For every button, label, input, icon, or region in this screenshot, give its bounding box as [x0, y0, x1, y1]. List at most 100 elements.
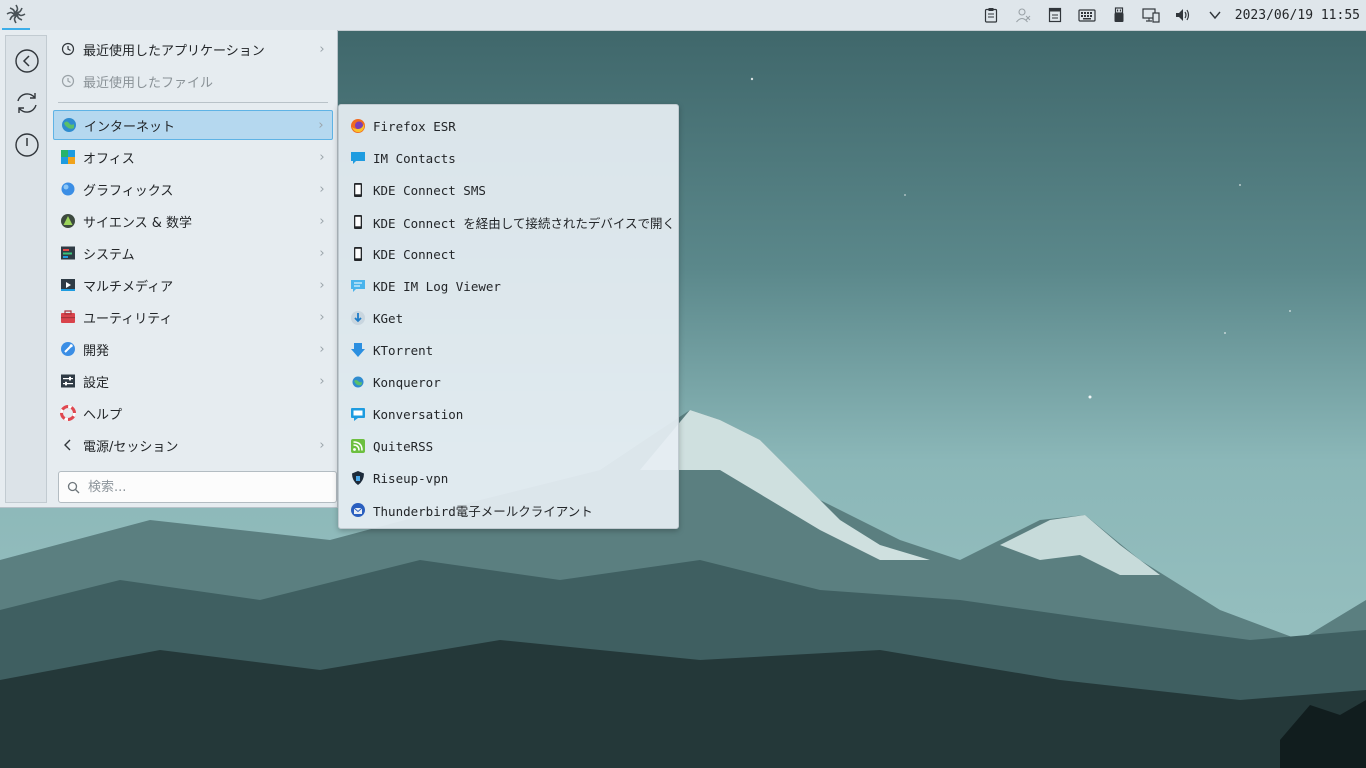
submenu-item-thunderbird[interactable]: Thunderbird電子メールクライアント: [343, 495, 676, 525]
top-panel: 2023/06/19 11:55: [0, 0, 1366, 31]
submenu-item-label: Firefox ESR: [373, 118, 456, 134]
menu-category-help[interactable]: ヘルプ: [53, 398, 333, 428]
submenu-item-ktorrent[interactable]: KTorrent: [343, 335, 676, 365]
office-icon: [53, 142, 83, 172]
menu-category-system[interactable]: システム ›: [53, 238, 333, 268]
submenu-item-label: QuiteRSS: [373, 438, 434, 454]
clock[interactable]: 2023/06/19 11:55: [1231, 8, 1366, 23]
clipboard-icon[interactable]: [975, 0, 1007, 30]
menu-separator: [58, 102, 328, 103]
phone-icon: [345, 175, 371, 205]
user-icon[interactable]: [1007, 0, 1039, 30]
utilities-icon: [53, 302, 83, 332]
submenu-item-kde-connect-sms[interactable]: KDE Connect SMS: [343, 175, 676, 205]
search-field[interactable]: [58, 471, 337, 503]
kget-icon: [345, 303, 371, 333]
menu-item-label: グラフィックス: [83, 183, 174, 199]
menu-sidebar: [5, 35, 47, 503]
menu-category-power-session[interactable]: 電源/セッション ›: [53, 430, 333, 460]
submenu-item-kget[interactable]: KGet: [343, 303, 676, 333]
submenu-item-label: KDE Connect: [373, 246, 456, 262]
menu-item-label: 開発: [83, 343, 110, 359]
volume-icon[interactable]: [1167, 0, 1199, 30]
rss-icon: [345, 431, 371, 461]
search-input[interactable]: [86, 478, 320, 496]
menu-item-label: マルチメディア: [83, 279, 174, 295]
graphics-icon: [53, 174, 83, 204]
menu-category-graphics[interactable]: グラフィックス ›: [53, 174, 333, 204]
network-icon[interactable]: [1135, 0, 1167, 30]
vpn-icon: [345, 463, 371, 493]
submenu-item-konversation[interactable]: Konversation: [343, 399, 676, 429]
konversation-icon: [345, 399, 371, 429]
help-icon: [53, 398, 83, 428]
power-button[interactable]: [12, 130, 42, 160]
chevron-right-icon: ›: [319, 341, 325, 357]
system-icon: [53, 238, 83, 268]
submenu-item-label: Riseup-vpn: [373, 470, 449, 486]
internet-icon: [54, 110, 84, 140]
menu-category-utilities[interactable]: ユーティリティ ›: [53, 302, 333, 332]
chevron-left-icon: [53, 430, 83, 460]
submenu-item-label: IM Contacts: [373, 150, 456, 166]
menu-category-settings[interactable]: 設定 ›: [53, 366, 333, 396]
menu-item-recent-applications[interactable]: 最近使用したアプリケーション ›: [53, 34, 333, 64]
submenu-item-label: KTorrent: [373, 342, 434, 358]
application-menu: 最近使用したアプリケーション › 最近使用したファイル インターネット › オフ…: [0, 30, 338, 508]
keyboard-icon[interactable]: [1071, 0, 1103, 30]
menu-item-label: 設定: [83, 375, 110, 391]
ktorrent-icon: [345, 335, 371, 365]
menu-item-label: オフィス: [83, 151, 135, 167]
menu-category-internet[interactable]: インターネット ›: [53, 110, 333, 140]
menu-item-label: サイエンス & 数学: [83, 215, 193, 231]
refresh-icon: [17, 93, 37, 113]
submenu-item-quiterss[interactable]: QuiteRSS: [343, 431, 676, 461]
submenu-item-label: Thunderbird電子メールクライアント: [373, 503, 593, 519]
menu-item-label: ヘルプ: [83, 407, 123, 423]
expand-tray-icon[interactable]: [1199, 0, 1231, 30]
chevron-right-icon: ›: [319, 309, 325, 325]
settings-icon: [53, 366, 83, 396]
submenu-item-kde-connect[interactable]: KDE Connect: [343, 239, 676, 269]
chevron-right-icon: ›: [319, 245, 325, 261]
submenu-item-im-contacts[interactable]: IM Contacts: [343, 143, 676, 173]
menu-item-label: 最近使用したファイル: [83, 75, 214, 91]
clock-icon: [53, 66, 83, 96]
submenu-item-firefox[interactable]: Firefox ESR: [343, 111, 676, 141]
chevron-right-icon: ›: [318, 117, 324, 133]
notes-icon[interactable]: [1039, 0, 1071, 30]
submenu-item-label: KDE Connect SMS: [373, 182, 486, 198]
submenu-item-konqueror[interactable]: Konqueror: [343, 367, 676, 397]
internet-submenu: Firefox ESR IM Contacts KDE Connect SMS …: [338, 104, 679, 529]
menu-category-multimedia[interactable]: マルチメディア ›: [53, 270, 333, 300]
konqueror-icon: [345, 367, 371, 397]
chevron-right-icon: ›: [319, 373, 325, 389]
development-icon: [53, 334, 83, 364]
refresh-button[interactable]: [12, 88, 42, 118]
power-icon: [15, 133, 39, 157]
submenu-item-label: KGet: [373, 310, 404, 326]
menu-category-development[interactable]: 開発 ›: [53, 334, 333, 364]
submenu-item-label: Konversation: [373, 406, 464, 422]
menu-item-recent-files[interactable]: 最近使用したファイル: [53, 66, 333, 96]
search-icon: [67, 481, 80, 493]
submenu-item-label: Konqueror: [373, 374, 441, 390]
firefox-icon: [345, 111, 371, 141]
menu-category-science[interactable]: サイエンス & 数学 ›: [53, 206, 333, 236]
multimedia-icon: [53, 270, 83, 300]
submenu-item-kde-connect-open-on-device[interactable]: KDE Connect を経由して接続されたデバイスで開く: [343, 207, 676, 237]
chevron-right-icon: ›: [319, 277, 325, 293]
menu-item-label: システム: [83, 247, 135, 263]
usb-drive-icon[interactable]: [1103, 0, 1135, 30]
menu-item-label: 最近使用したアプリケーション: [83, 43, 265, 59]
back-button[interactable]: [12, 46, 42, 76]
submenu-item-kde-im-log-viewer[interactable]: KDE IM Log Viewer: [343, 271, 676, 301]
application-launcher-button[interactable]: [2, 0, 30, 30]
back-icon: [15, 49, 39, 73]
submenu-item-riseup-vpn[interactable]: Riseup-vpn: [343, 463, 676, 493]
chevron-right-icon: ›: [319, 437, 325, 453]
menu-category-office[interactable]: オフィス ›: [53, 142, 333, 172]
menu-item-label: インターネット: [84, 119, 176, 135]
phone-icon: [345, 207, 371, 237]
log-viewer-icon: [345, 271, 371, 301]
